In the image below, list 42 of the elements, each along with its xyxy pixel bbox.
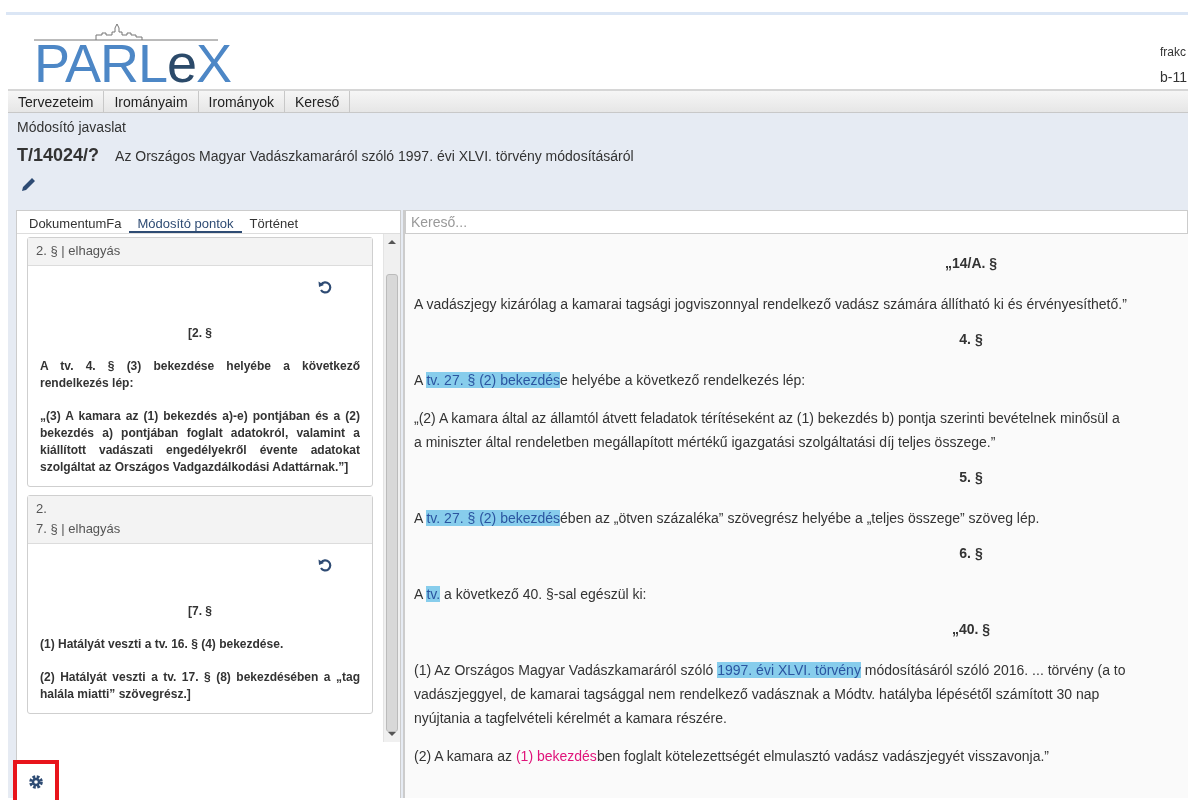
reference-link[interactable]: tv. <box>426 586 441 602</box>
menu-item[interactable]: Irományok <box>198 91 285 112</box>
section-heading: 5. § <box>959 468 983 486</box>
panel-tab[interactable]: Történet <box>241 211 307 233</box>
paragraph-link[interactable]: (1) bekezdés <box>515 748 597 764</box>
section-heading: [2. § <box>187 326 213 340</box>
section-heading: [7. § <box>187 604 213 618</box>
document-paragraph: „(2) A kamara által az államtól átvett feladatok térítéseként az (1) bekezdés b) pontja szerinti bevételnek minősül a a miniszter által rendeletben megállapított mértékű igazgatási szolgáltatási díj teljes összege.” <box>414 409 1120 452</box>
amendment-paragraph: A tv. 4. § (3) bekezdése helyébe a következő rendelkezés lép: <box>40 358 360 392</box>
scrollbar[interactable] <box>383 234 400 742</box>
user-info-text: frakc <box>1160 45 1187 59</box>
section-heading: „14/A. § <box>944 254 998 272</box>
reference-link[interactable]: 1997. évi XLVI. törvény <box>717 662 861 678</box>
bill-number: T/14024/? <box>17 145 100 166</box>
search-field[interactable]: Kereső... <box>405 210 1188 234</box>
settings-icon <box>28 774 44 790</box>
panel-tab[interactable]: Módosító pontok <box>129 211 242 233</box>
section-heading: „40. § <box>951 620 991 638</box>
panel-tab[interactable]: DokumentumFa <box>21 211 130 233</box>
document-paragraph: A tv. a következő 40. §-sal egészül ki: <box>414 585 647 604</box>
amendment-paragraph: „(3) A kamara az (1) bekezdés a)-e) pontjában és a (2) bekezdés a) pontjában foglalt adatokról, valamint a kiállított vadászati engedélyekről évente adatokat szolgáltat az Országos Vadgazdálkodási Adattárnak.”] <box>40 408 360 476</box>
document-paragraph: A vadászjegy kizárólag a kamarai tagsági jogviszonnyal rendelkező vadász számára állítható ki és érvényesíthető.” <box>414 295 1127 314</box>
document-type-label: Módosító javaslat <box>17 119 127 135</box>
amendment-paragraph: (1) Hatályát veszti a tv. 16. § (4) bekezdése. <box>40 636 285 653</box>
document-paragraph: (2) A kamara az (1) bekezdésben foglalt kötelezettségét elmulasztó vadász vadászjegyét visszavonja.” <box>414 747 1049 766</box>
menu-item[interactable]: Kereső <box>284 91 351 112</box>
parlex-logo: PARLeX <box>34 41 232 85</box>
document-paragraph: (1) Az Országos Magyar Vadászkamaráról szóló 1997. évi XLVI. törvény módosításáról szóló 2016. ... törvény (a to vadászjeggyel, de kamarai tagsággal nem rendelkező vadásznak a Módtv. hatályba lépésétől számított 30 nap nyújtania a tagfelvételi kérelmét a kamara részére. <box>414 661 1126 728</box>
bill-title: Az Országos Magyar Vadászkamaráról szóló 1997. évi XLVI. törvény módosításáról <box>115 148 634 164</box>
menu-item[interactable]: Irományaim <box>104 91 199 112</box>
section-heading: 4. § <box>959 330 983 348</box>
user-info-text: b-11 <box>1160 69 1188 85</box>
amendment-paragraph: (2) Hatályát veszti a tv. 17. § (8) bekezdésében a „tag halála miatti” szövegrész.] <box>40 669 360 703</box>
amendment-title: 7. § | elhagyás <box>36 520 122 538</box>
section-heading: 6. § <box>959 544 983 562</box>
amendment-title: 2. <box>36 500 48 518</box>
pencil-icon <box>19 176 37 194</box>
menu-item[interactable]: Tervezeteim <box>8 91 105 112</box>
amendment-title: 2. § | elhagyás <box>36 242 122 260</box>
settings-button[interactable] <box>26 772 46 792</box>
undo-icon <box>318 280 332 294</box>
undo-icon <box>318 558 332 572</box>
